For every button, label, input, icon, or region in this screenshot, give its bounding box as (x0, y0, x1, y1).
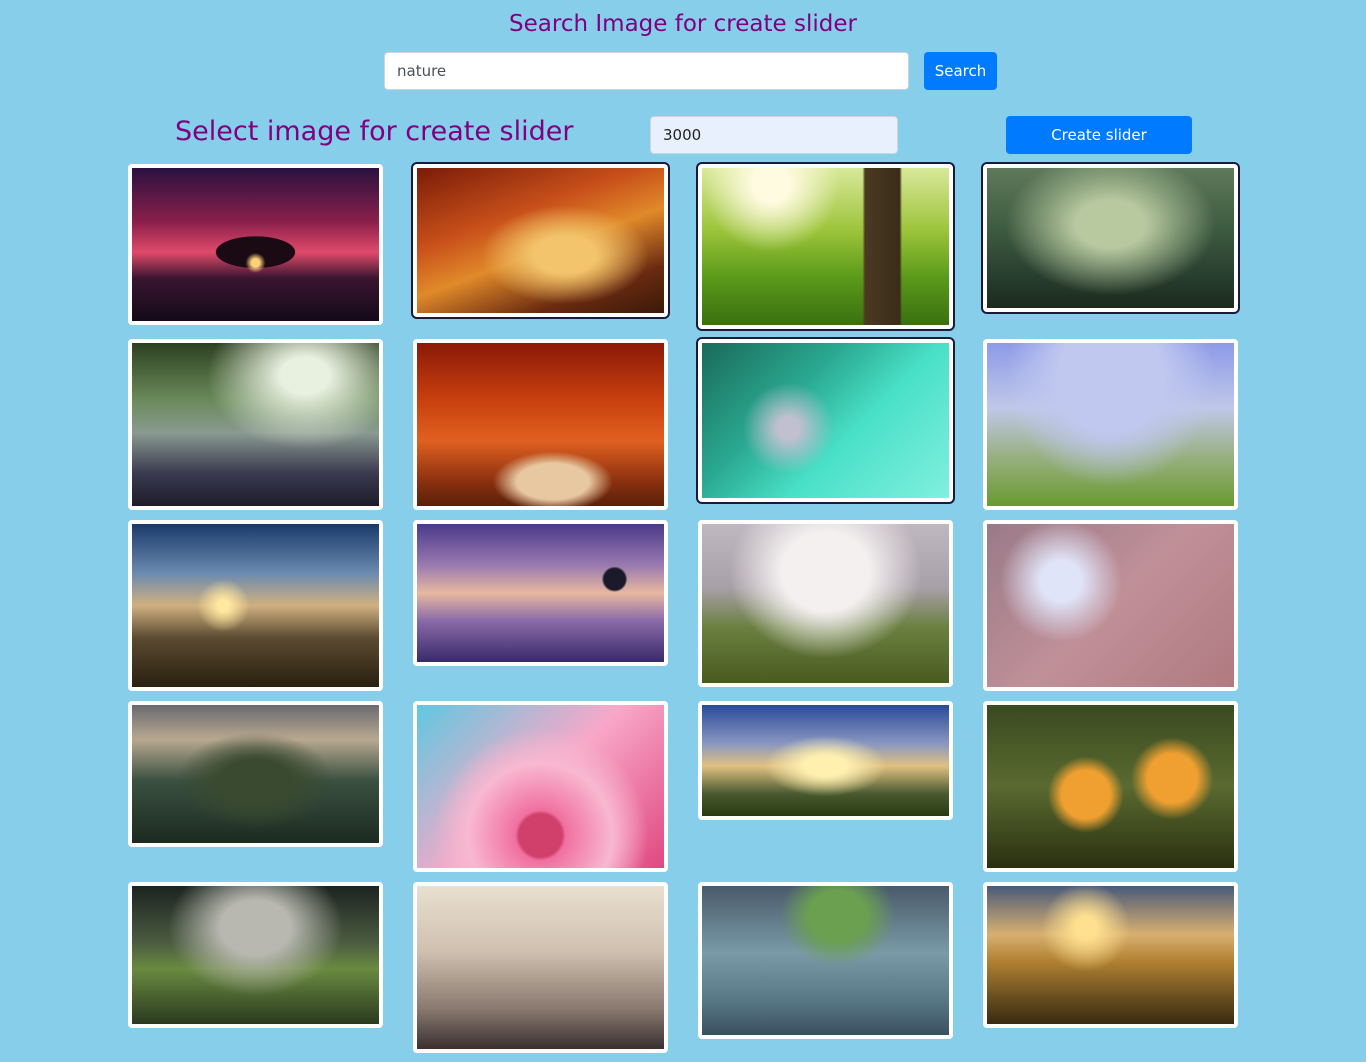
gallery-image-picture (132, 886, 379, 1024)
gallery-image[interactable] (128, 339, 383, 510)
gallery-image[interactable] (983, 882, 1238, 1028)
search-input[interactable] (384, 52, 909, 90)
gallery-image[interactable] (128, 882, 383, 1028)
gallery-image-picture (417, 705, 664, 868)
gallery-image-picture (417, 524, 664, 662)
page-title: Search Image for create slider (509, 11, 857, 37)
gallery-image-picture (132, 524, 379, 687)
gallery-image-picture (417, 343, 664, 506)
section-title: Select image for create slider (175, 116, 574, 147)
gallery-image-picture (132, 168, 379, 321)
gallery-image-picture (702, 705, 949, 816)
gallery-image[interactable] (128, 164, 383, 325)
gallery-image[interactable] (698, 164, 953, 329)
gallery-image[interactable] (983, 339, 1238, 510)
gallery-image-picture (987, 886, 1234, 1024)
gallery-image-picture (132, 705, 379, 843)
gallery-image-picture (702, 524, 949, 683)
gallery-image[interactable] (983, 164, 1238, 312)
gallery-image[interactable] (698, 882, 953, 1039)
gallery-image[interactable] (413, 882, 668, 1053)
gallery-image[interactable] (698, 701, 953, 820)
gallery-image-picture (702, 168, 949, 325)
search-button[interactable]: Search (924, 52, 997, 90)
gallery-image[interactable] (698, 520, 953, 687)
gallery-image-picture (987, 705, 1234, 868)
gallery-image-picture (987, 343, 1234, 506)
gallery-image[interactable] (128, 520, 383, 691)
create-slider-button[interactable]: Create slider (1006, 116, 1192, 154)
gallery-image[interactable] (413, 701, 668, 872)
gallery-image-picture (702, 886, 949, 1035)
gallery-image[interactable] (413, 339, 668, 510)
gallery-image[interactable] (983, 520, 1238, 691)
gallery-image[interactable] (413, 164, 668, 317)
gallery-image-picture (702, 343, 949, 498)
gallery-image[interactable] (128, 701, 383, 847)
gallery-image-picture (987, 168, 1234, 308)
gallery-image[interactable] (413, 520, 668, 666)
gallery-image-picture (132, 343, 379, 506)
duration-input[interactable] (650, 116, 898, 154)
gallery-image[interactable] (983, 701, 1238, 872)
gallery-image-picture (417, 168, 664, 313)
gallery-image-picture (987, 524, 1234, 687)
gallery-image[interactable] (698, 339, 953, 502)
gallery-image-picture (417, 886, 664, 1049)
